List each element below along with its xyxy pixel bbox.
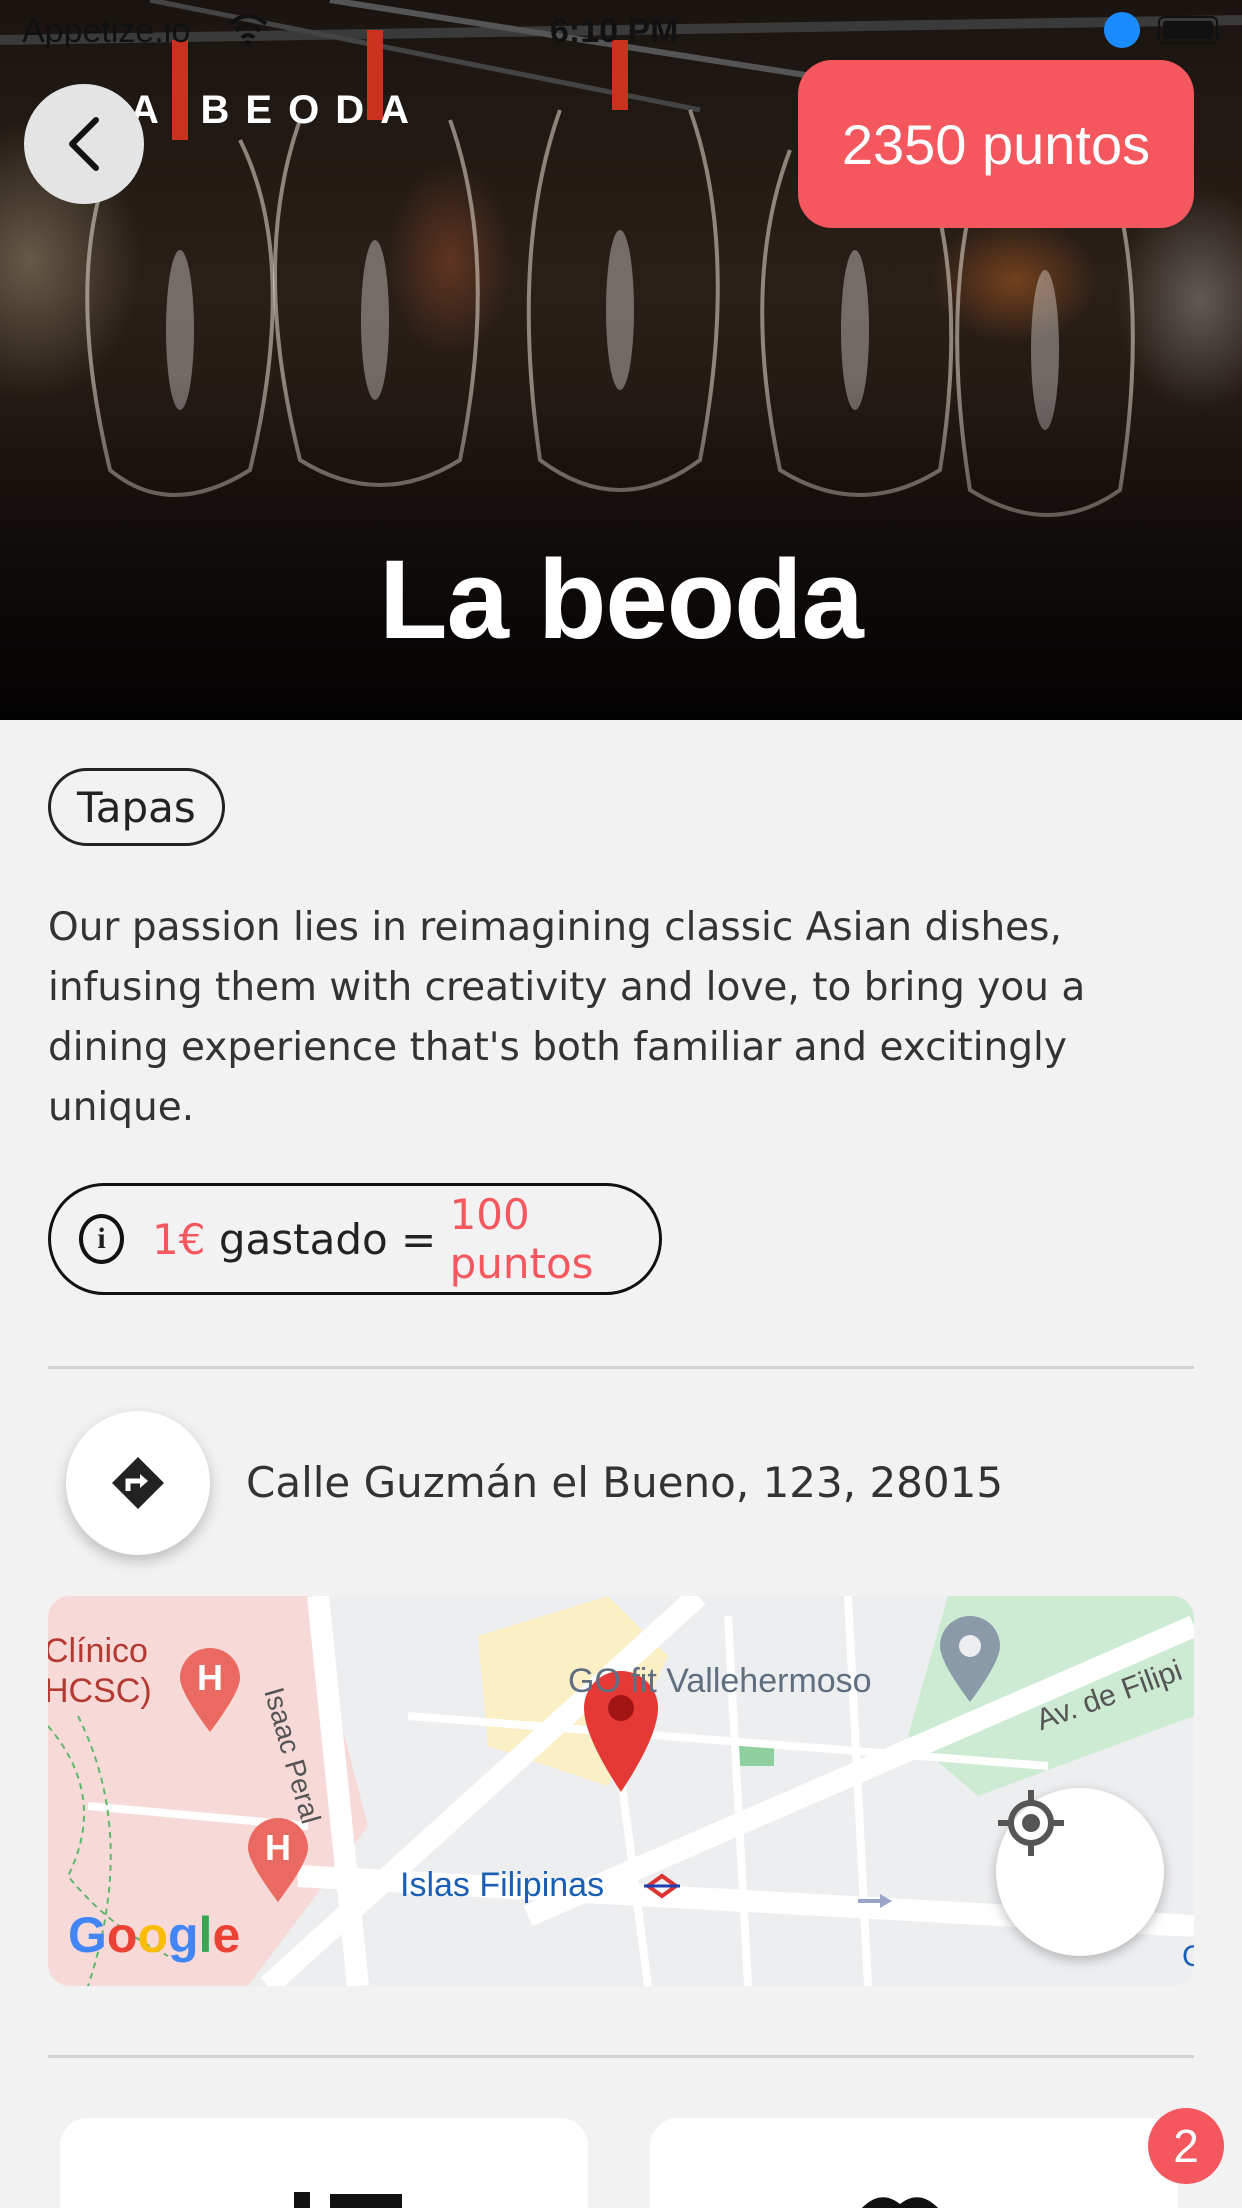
notification-badge[interactable]: 2 (1148, 2108, 1224, 2184)
restaurant-title: La beoda (379, 537, 864, 662)
map-label-clinico: Clínico (48, 1632, 148, 1670)
restaurant-address: Calle Guzmán el Bueno, 123, 28015 (246, 1458, 1004, 1507)
rate-amount: 1€ (152, 1214, 206, 1264)
map-label-hcsc: HCSC) (48, 1672, 152, 1710)
svg-text:H: H (197, 1657, 223, 1698)
status-carrier: Appetize.io (22, 12, 191, 50)
location-services-icon (1104, 12, 1140, 48)
reward-card[interactable] (650, 2118, 1178, 2208)
card-icon (294, 2192, 402, 2208)
restaurant-description: Our passion lies in reimagining classic … (48, 905, 1086, 1130)
divider (48, 2055, 1194, 2058)
map-label-islas-filipinas: Islas Filipinas (400, 1866, 605, 1904)
rate-points: 100 puntos (449, 1190, 594, 1288)
crosshair-icon (998, 1790, 1064, 1856)
back-button[interactable] (24, 84, 144, 204)
directions-button[interactable] (66, 1411, 210, 1555)
gift-icon (862, 2197, 938, 2208)
points-badge[interactable]: 2350 puntos (798, 60, 1194, 228)
location-map[interactable]: H H Clínico HCSC) Isaac Peral GO fit Val… (48, 1596, 1194, 1986)
brand-logo: A BEODA (130, 88, 425, 132)
points-rate-pill: i 1€ gastado = 100 puntos (48, 1183, 662, 1295)
info-icon: i (79, 1214, 125, 1264)
rate-middle-text: gastado = (205, 1214, 450, 1264)
category-tag: Tapas (48, 768, 225, 846)
chevron-left-icon (69, 117, 99, 171)
my-location-button[interactable] (996, 1788, 1164, 1956)
wifi-icon (228, 14, 268, 46)
status-bar: Appetize.io 6:10 PM (0, 0, 1242, 60)
google-logo: Google (68, 1907, 241, 1963)
svg-text:H: H (265, 1827, 291, 1868)
reward-card[interactable] (60, 2118, 588, 2208)
status-time: 6:10 PM (550, 12, 679, 50)
map-label-gofit: GO fit Vallehermoso (568, 1662, 872, 1700)
map-attribution-partial: G (1182, 1940, 1194, 1973)
battery-icon (1158, 16, 1218, 44)
directions-icon (112, 1457, 164, 1509)
divider (48, 1366, 1194, 1369)
